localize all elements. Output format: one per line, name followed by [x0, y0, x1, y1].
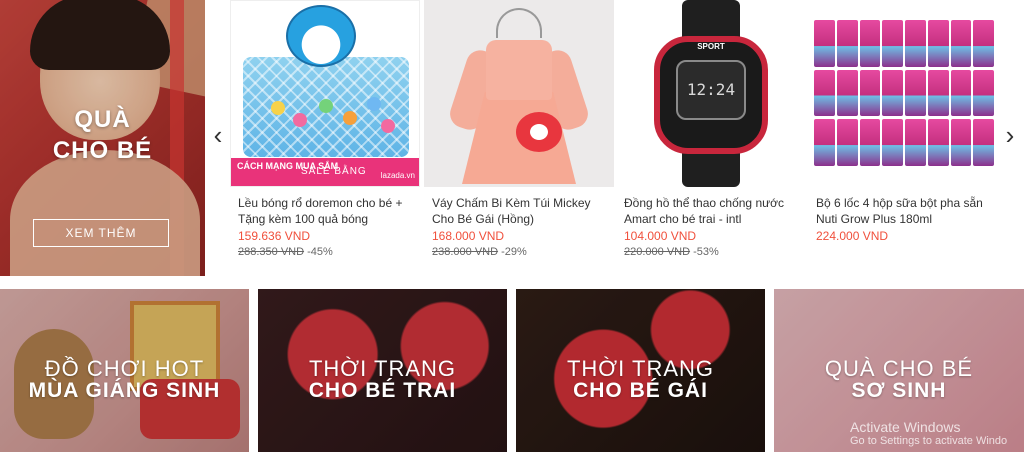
watch-face-text: 12:24 [676, 60, 746, 120]
milk-pack [905, 20, 926, 67]
hero-title-line2: CHO BÉ [52, 137, 153, 164]
milk-pack [973, 119, 994, 166]
product-image[interactable] [424, 0, 614, 187]
carousel-next-arrow-icon[interactable]: › [1000, 120, 1020, 150]
dress-top-image [486, 40, 552, 100]
watermark-title: Activate Windows [850, 419, 961, 435]
milk-pack [927, 69, 949, 117]
product-card[interactable]: CÁCH MẠNG MUA SẮM SALE BẰNG lazada.vn Lề… [230, 0, 420, 258]
product-card[interactable]: Váy Chấm Bi Kèm Túi Mickey Cho Bé Gái (H… [424, 0, 614, 258]
watermark-subtitle: Go to Settings to activate Windo [850, 435, 1008, 447]
product-discount: -29% [501, 246, 527, 258]
milk-pack [973, 69, 994, 117]
doraemon-image [286, 5, 356, 67]
mickey-bag-image [516, 112, 562, 152]
product-old-price-row: 220.000 VND -53% [624, 246, 719, 258]
promo-brand-text: lazada.vn [380, 171, 415, 180]
product-card[interactable]: Bộ 6 lốc 4 hộp sữa bột pha sẵn Nuti Grow… [808, 0, 998, 243]
milk-pack [814, 69, 835, 117]
product-card[interactable]: SPORT 12:24 Đồng hồ thể thao chống nước … [616, 0, 806, 258]
milk-packs-image [814, 20, 994, 166]
product-old-price: 220.000 VND [624, 246, 691, 258]
milk-pack [950, 69, 972, 117]
milk-pack [905, 69, 926, 117]
milk-pack [859, 119, 881, 166]
milk-pack [882, 119, 903, 166]
product-name[interactable]: Bộ 6 lốc 4 hộp sữa bột pha sẵn Nuti Grow… [816, 195, 996, 227]
category-tile-line2: CHO BÉ GÁI [573, 379, 708, 402]
milk-pack [950, 20, 972, 67]
milk-pack [927, 119, 949, 166]
milk-pack [905, 119, 926, 166]
ball-image [319, 99, 333, 113]
hero-title: QUÀ CHO BÉ [0, 104, 205, 166]
ball-image [367, 97, 381, 111]
product-name[interactable]: Váy Chấm Bi Kèm Túi Mickey Cho Bé Gái (H… [432, 195, 612, 227]
carousel-prev-arrow-icon[interactable]: ‹ [208, 120, 228, 150]
milk-pack [814, 20, 835, 67]
ball-image [343, 111, 357, 125]
category-tile-line2: MÙA GIÁNG SINH [28, 379, 221, 402]
activate-windows-watermark: Activate Windows Go to Settings to activ… [850, 419, 1024, 447]
milk-pack [950, 119, 972, 166]
product-price: 159.636 VND [238, 229, 311, 243]
milk-pack [882, 69, 903, 117]
category-tile-line2: SƠ SINH [851, 379, 947, 402]
product-price: 168.000 VND [432, 229, 505, 243]
product-old-price: 238.000 VND [432, 246, 499, 258]
promo-banner: CÁCH MẠNG MUA SẮM SALE BẰNG lazada.vn [231, 158, 419, 186]
hero-banner[interactable]: QUÀ CHO BÉ XEM THÊM [0, 0, 205, 276]
product-image[interactable]: SPORT 12:24 [616, 0, 806, 187]
ball-image [271, 101, 285, 115]
watch-brand-text: SPORT [697, 42, 725, 51]
category-tile-girls-fashion[interactable]: THỜI TRANG CHO BÉ GÁI [516, 289, 765, 452]
hero-title-line1: QUÀ [74, 106, 131, 133]
milk-pack [882, 20, 903, 67]
see-more-button[interactable]: XEM THÊM [33, 219, 169, 247]
promo-sale-text: SALE BẰNG [301, 166, 367, 177]
product-discount: -53% [693, 246, 719, 258]
category-tile-line2: CHO BÉ TRAI [308, 379, 457, 402]
product-price: 104.000 VND [624, 229, 697, 243]
ball-image [381, 119, 395, 133]
milk-pack [836, 20, 858, 67]
milk-pack [814, 119, 835, 166]
product-old-price-row: 288.350 VND -45% [238, 246, 333, 258]
product-price: 224.000 VND [816, 229, 889, 243]
milk-pack [973, 20, 994, 67]
product-discount: -45% [307, 246, 333, 258]
category-tile-boys-fashion[interactable]: THỜI TRANG CHO BÉ TRAI [258, 289, 507, 452]
product-image[interactable] [808, 0, 998, 187]
ball-image [293, 113, 307, 127]
product-image[interactable]: CÁCH MẠNG MUA SẮM SALE BẰNG lazada.vn [230, 0, 420, 187]
product-name[interactable]: Đồng hồ thể thao chống nước Amart cho bé… [624, 195, 804, 227]
category-tile-christmas-toys[interactable]: ĐỒ CHƠI HOT MÙA GIÁNG SINH [0, 289, 249, 452]
milk-pack [836, 69, 858, 117]
product-old-price-row: 238.000 VND -29% [432, 246, 527, 258]
product-name[interactable]: Lều bóng rổ doremon cho bé + Tặng kèm 10… [238, 195, 418, 227]
milk-pack [836, 119, 858, 166]
product-old-price: 288.350 VND [238, 246, 305, 258]
milk-pack [927, 20, 949, 67]
milk-pack [859, 69, 881, 117]
hanger-image [496, 8, 542, 38]
milk-pack [859, 20, 881, 67]
